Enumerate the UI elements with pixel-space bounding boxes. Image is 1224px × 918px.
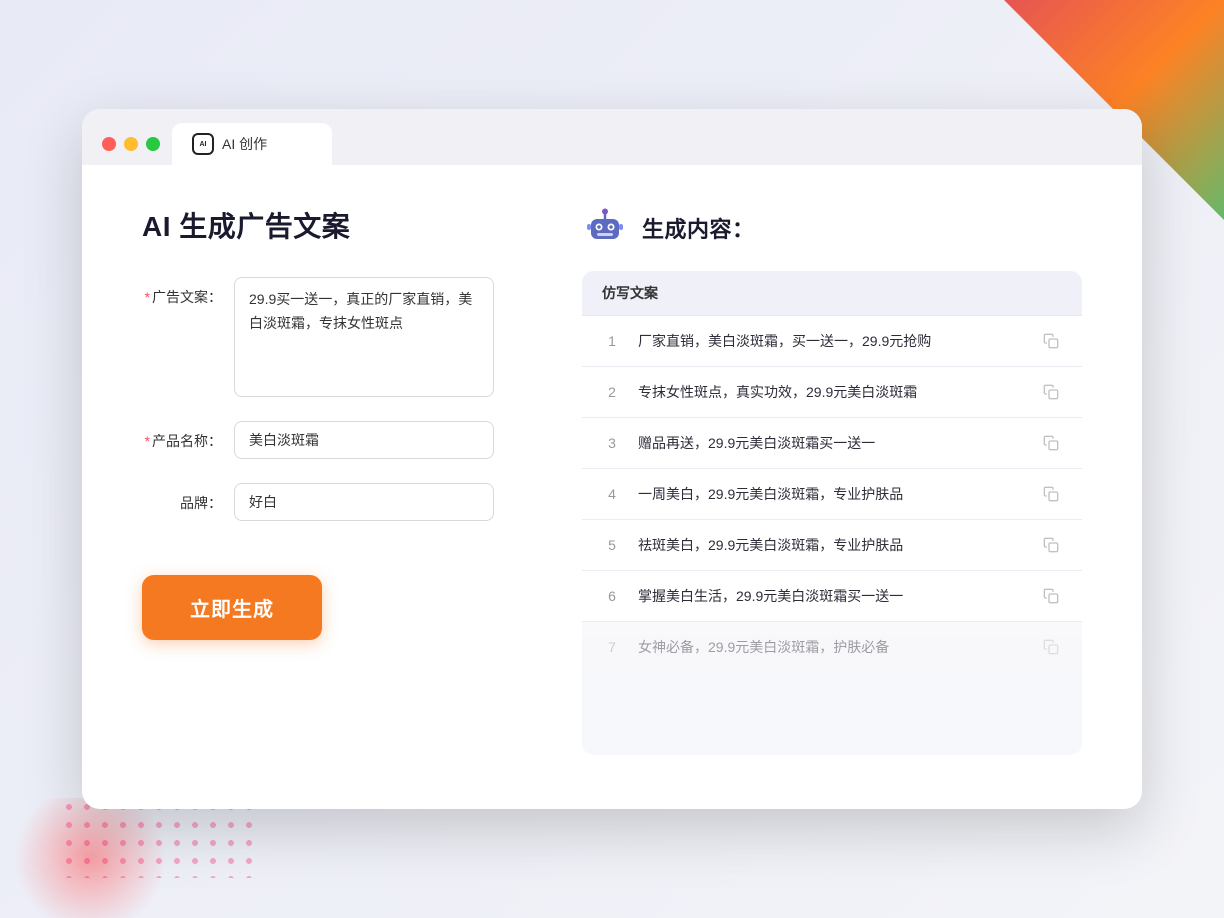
result-row: 1 厂家直销，美白淡斑霜，买一送一，29.9元抢购 — [582, 316, 1082, 367]
ad-copy-label: *广告文案： — [142, 277, 222, 307]
row-text-4: 一周美白，29.9元美白淡斑霜，专业护肤品 — [638, 484, 1024, 505]
page-title: AI 生成广告文案 — [142, 205, 522, 245]
browser-tab-ai[interactable]: AI 创作 — [172, 123, 332, 165]
browser-body: AI 生成广告文案 *广告文案： 29.9买一送一，真正的厂家直销，美白淡斑霜，… — [82, 165, 1142, 805]
result-row: 3 赠品再送，29.9元美白淡斑霜买一送一 — [582, 418, 1082, 469]
ad-copy-required: * — [145, 289, 150, 305]
row-number-5: 5 — [602, 537, 622, 553]
bg-dots-decoration — [60, 798, 260, 878]
result-table: 仿写文案 1 厂家直销，美白淡斑霜，买一送一，29.9元抢购 2 专抹女性斑点，… — [582, 271, 1082, 755]
copy-icon-1[interactable] — [1040, 330, 1062, 352]
left-panel: AI 生成广告文案 *广告文案： 29.9买一送一，真正的厂家直销，美白淡斑霜，… — [142, 205, 522, 755]
result-row: 6 掌握美白生活，29.9元美白淡斑霜买一送一 — [582, 571, 1082, 622]
traffic-lights — [102, 137, 160, 165]
ad-copy-textarea[interactable]: 29.9买一送一，真正的厂家直销，美白淡斑霜，专抹女性斑点 — [234, 277, 494, 397]
maximize-button[interactable] — [146, 137, 160, 151]
result-table-header: 仿写文案 — [582, 271, 1082, 316]
result-title: 生成内容： — [642, 212, 755, 244]
row-text-6: 掌握美白生活，29.9元美白淡斑霜买一送一 — [638, 586, 1024, 607]
row-number-2: 2 — [602, 384, 622, 400]
tab-label: AI 创作 — [222, 134, 267, 154]
robot-icon — [582, 205, 628, 251]
product-name-required: * — [145, 433, 150, 449]
product-name-group: *产品名称： — [142, 421, 522, 459]
brand-label: 品牌： — [142, 483, 222, 513]
copy-icon-5[interactable] — [1040, 534, 1062, 556]
close-button[interactable] — [102, 137, 116, 151]
row-number-1: 1 — [602, 333, 622, 349]
row-number-3: 3 — [602, 435, 622, 451]
row-text-1: 厂家直销，美白淡斑霜，买一送一，29.9元抢购 — [638, 331, 1024, 352]
copy-icon-7[interactable] — [1040, 636, 1062, 658]
result-row: 2 专抹女性斑点，真实功效，29.9元美白淡斑霜 — [582, 367, 1082, 418]
ad-copy-group: *广告文案： 29.9买一送一，真正的厂家直销，美白淡斑霜，专抹女性斑点 — [142, 277, 522, 397]
result-row: 4 一周美白，29.9元美白淡斑霜，专业护肤品 — [582, 469, 1082, 520]
row-text-2: 专抹女性斑点，真实功效，29.9元美白淡斑霜 — [638, 382, 1024, 403]
brand-group: 品牌： — [142, 483, 522, 521]
minimize-button[interactable] — [124, 137, 138, 151]
browser-window: AI 创作 AI 生成广告文案 *广告文案： 29.9买一送一，真正的厂家直销，… — [82, 109, 1142, 809]
generate-button[interactable]: 立即生成 — [142, 575, 322, 640]
ai-tab-icon — [192, 133, 214, 155]
copy-icon-3[interactable] — [1040, 432, 1062, 454]
copy-icon-6[interactable] — [1040, 585, 1062, 607]
copy-icon-4[interactable] — [1040, 483, 1062, 505]
browser-chrome: AI 创作 — [82, 109, 1142, 165]
row-number-4: 4 — [602, 486, 622, 502]
row-text-3: 赠品再送，29.9元美白淡斑霜买一送一 — [638, 433, 1024, 454]
row-text-7: 女神必备，29.9元美白淡斑霜，护肤必备 — [638, 637, 1024, 658]
right-panel: 生成内容： 仿写文案 1 厂家直销，美白淡斑霜，买一送一，29.9元抢购 2 专… — [582, 205, 1082, 755]
product-name-label: *产品名称： — [142, 421, 222, 451]
product-name-input[interactable] — [234, 421, 494, 459]
result-rows-container: 1 厂家直销，美白淡斑霜，买一送一，29.9元抢购 2 专抹女性斑点，真实功效，… — [582, 316, 1082, 672]
copy-icon-2[interactable] — [1040, 381, 1062, 403]
result-row: 5 祛斑美白，29.9元美白淡斑霜，专业护肤品 — [582, 520, 1082, 571]
brand-input[interactable] — [234, 483, 494, 521]
row-number-7: 7 — [602, 639, 622, 655]
row-text-5: 祛斑美白，29.9元美白淡斑霜，专业护肤品 — [638, 535, 1024, 556]
result-row: 7 女神必备，29.9元美白淡斑霜，护肤必备 — [582, 622, 1082, 672]
result-header: 生成内容： — [582, 205, 1082, 251]
row-number-6: 6 — [602, 588, 622, 604]
